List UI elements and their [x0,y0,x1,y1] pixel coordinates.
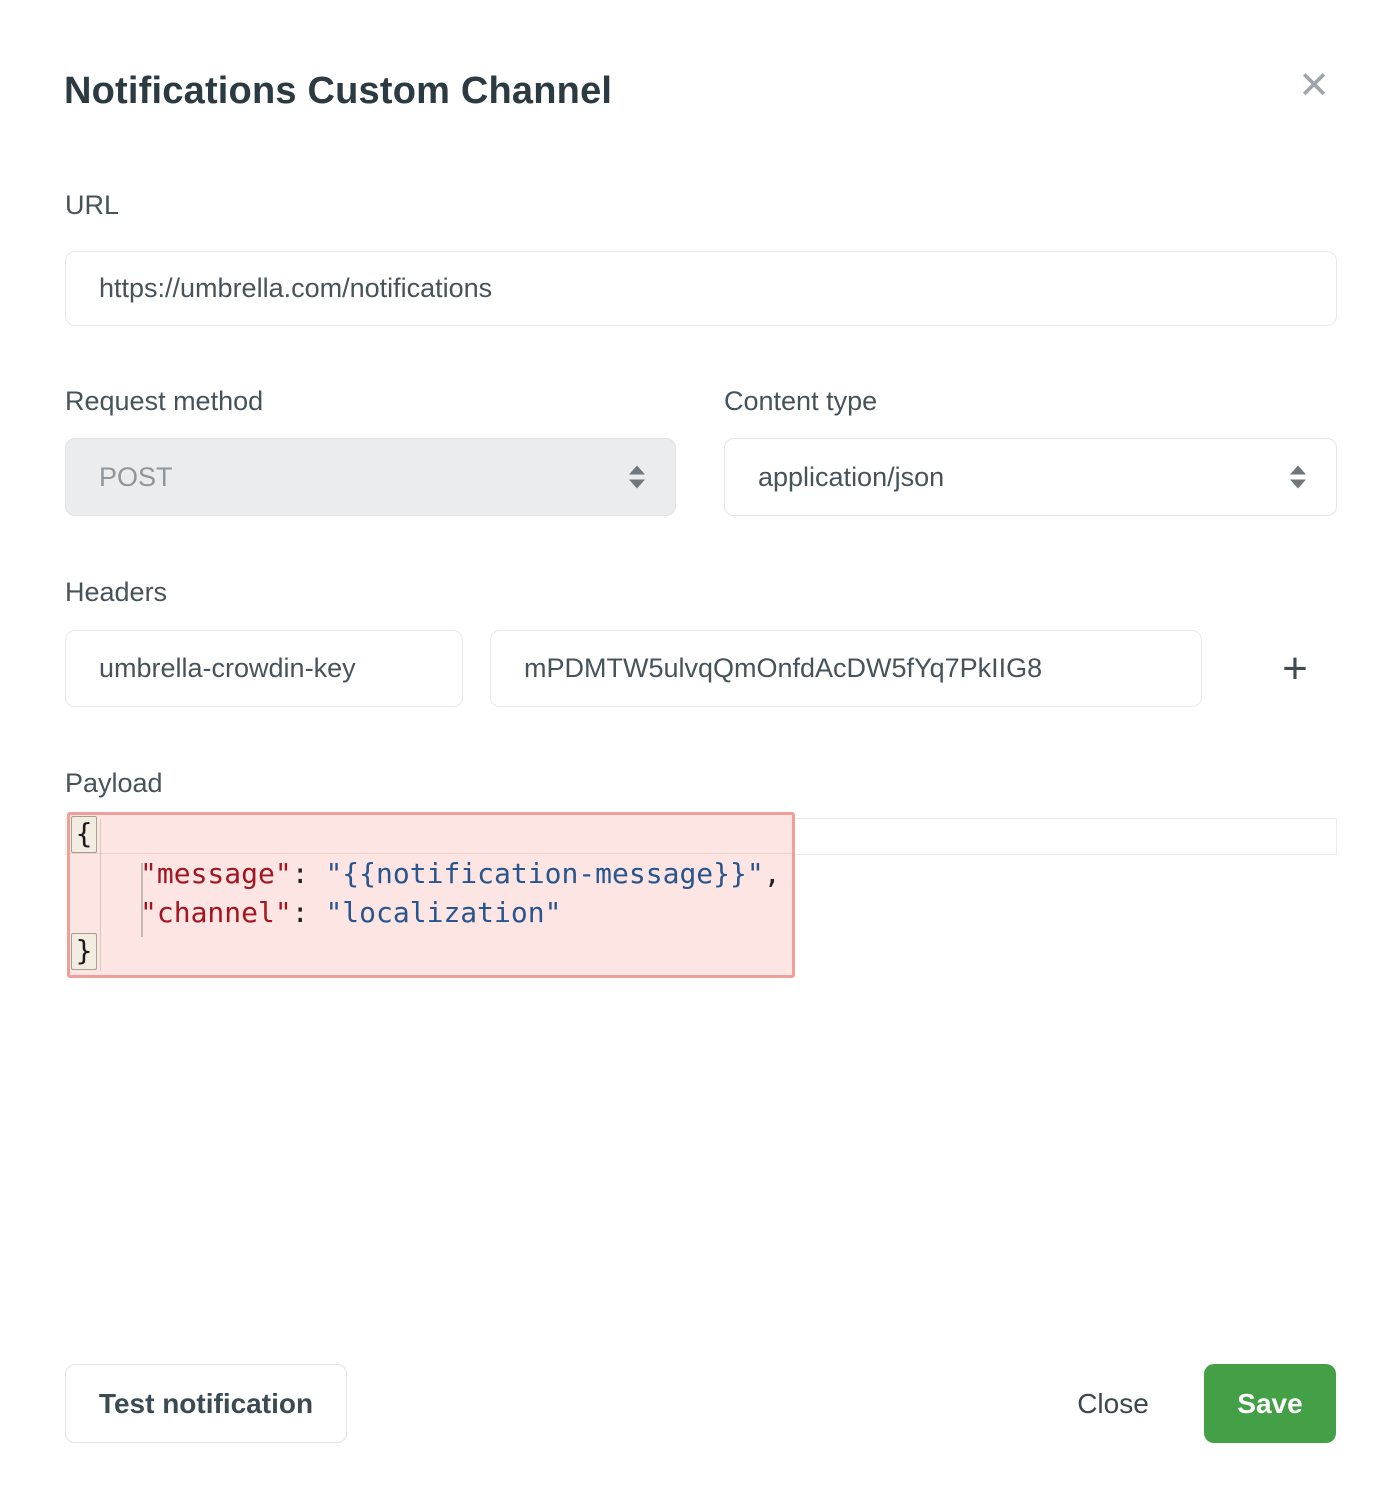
code-line-4: } [70,932,792,971]
json-key: "message" [140,857,292,890]
request-method-label: Request method [65,386,263,417]
json-key: "channel" [140,896,292,929]
request-method-select[interactable]: POST [65,438,676,516]
plus-icon: + [1282,644,1308,694]
save-button[interactable]: Save [1204,1364,1336,1443]
headers-label: Headers [65,577,167,608]
notifications-custom-channel-dialog: Notifications Custom Channel ✕ URL Reque… [0,0,1400,1508]
payload-error-highlight[interactable]: { "message": "{{notification-message}}",… [67,812,795,978]
content-type-label: Content type [724,386,877,417]
test-notification-button[interactable]: Test notification [65,1364,347,1443]
url-label: URL [65,190,119,221]
payload-label: Payload [65,768,163,799]
json-string-value: "{{notification-message}}" [325,857,763,890]
payload-editor[interactable]: { "message": "{{notification-message}}",… [65,818,1337,980]
url-input[interactable] [65,251,1337,326]
json-string-value: "localization" [325,896,561,929]
dialog-title: Notifications Custom Channel [64,70,612,113]
close-button-label: Close [1077,1388,1149,1420]
code-line-2: "message": "{{notification-message}}", [70,854,792,893]
header-key-input[interactable] [65,630,463,707]
close-icon[interactable]: ✕ [1290,62,1338,110]
matching-close-brace: } [71,933,97,970]
content-type-select[interactable]: application/json [724,438,1337,516]
editor-gutter-divider [100,819,101,971]
content-type-value: application/json [758,462,944,493]
code-line-3: "channel": "localization" [70,893,792,932]
editor-indent-guide [141,863,143,937]
updown-arrows-icon [1290,466,1306,489]
add-header-button[interactable]: + [1264,634,1326,704]
matching-open-brace: { [71,816,97,853]
request-method-value: POST [99,462,173,493]
updown-arrows-icon [629,466,645,489]
json-comma: , [764,857,781,890]
close-button[interactable]: Close [1048,1364,1178,1443]
header-value-input[interactable] [490,630,1202,707]
save-button-label: Save [1237,1388,1302,1420]
code-line-1: { [70,815,792,854]
test-notification-label: Test notification [99,1388,313,1420]
json-colon: : [292,896,326,929]
json-colon: : [292,857,326,890]
